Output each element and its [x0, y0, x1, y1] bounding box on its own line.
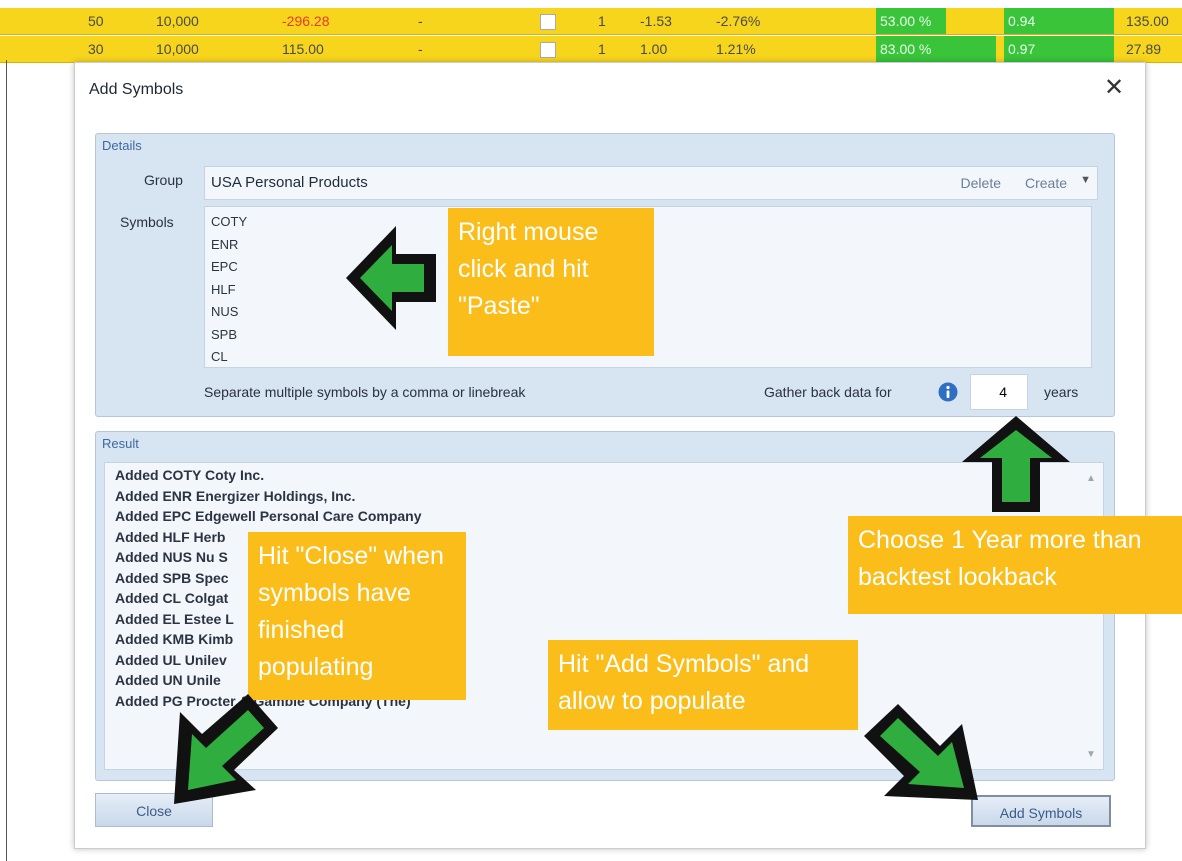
cell: 135.00	[1126, 13, 1169, 29]
group-combobox[interactable]: USA Personal Products Delete Create ▼	[204, 166, 1098, 200]
cell: 27.89	[1126, 41, 1162, 57]
row-checkbox[interactable]	[540, 42, 556, 58]
scroll-down-icon[interactable]: ▼	[1083, 747, 1099, 763]
up-arrow-icon	[962, 416, 1070, 512]
down-right-arrow-icon	[864, 704, 978, 800]
cell: -296.28	[282, 13, 330, 29]
chevron-down-icon[interactable]: ▼	[1080, 174, 1091, 186]
cell: 10,000	[156, 13, 199, 29]
cell: 1.00	[640, 41, 668, 57]
close-icon[interactable]: ✕	[1099, 73, 1129, 103]
cell: 30	[88, 41, 104, 57]
group-label: Group	[144, 172, 183, 188]
window-edge	[6, 60, 7, 861]
delete-group-link[interactable]: Delete	[961, 175, 1001, 191]
cell: 1	[598, 13, 606, 29]
details-heading: Details	[102, 138, 142, 153]
dialog-title: Add Symbols	[89, 81, 184, 98]
add-callout: Hit "Add Symbols" and allow to populate	[548, 640, 858, 730]
symbols-label: Symbols	[120, 214, 174, 230]
progress-cell: 0.97	[1004, 36, 1114, 62]
cell: -	[418, 13, 423, 29]
add-symbols-button[interactable]: Add Symbols	[971, 795, 1111, 827]
paste-callout: Right mouse click and hit "Paste"	[448, 208, 654, 356]
cell: 115.00	[282, 41, 324, 57]
cell: -1.53	[640, 13, 672, 29]
years-input[interactable]	[970, 374, 1028, 410]
years-label: years	[1044, 384, 1079, 400]
years-callout: Choose 1 Year more than backtest lookbac…	[848, 516, 1182, 614]
symbols-hint: Separate multiple symbols by a comma or …	[204, 384, 526, 400]
progress-cell: 83.00 %	[876, 36, 996, 62]
progress-cell: 53.00 %	[876, 8, 946, 34]
cell: 1	[598, 41, 606, 57]
row-checkbox[interactable]	[540, 14, 556, 30]
background-row-1: 50 10,000 -296.28 - 1 -1.53 -2.76% 53.00…	[0, 8, 1182, 35]
result-line: Added ENR Energizer Holdings, Inc.	[115, 487, 356, 504]
left-arrow-icon	[346, 226, 436, 330]
result-heading: Result	[102, 436, 139, 451]
down-left-arrow-icon	[174, 694, 278, 804]
cell: 1.21%	[716, 41, 756, 57]
create-group-link[interactable]: Create	[1025, 175, 1067, 191]
info-icon[interactable]	[938, 382, 958, 402]
result-line: Added COTY Coty Inc.	[115, 467, 265, 483]
background-row-2: 30 10,000 115.00 - 1 1.00 1.21% 83.00 % …	[0, 36, 1182, 63]
close-callout: Hit "Close" when symbols have finished p…	[248, 532, 466, 700]
cell: 10,000	[156, 41, 199, 57]
cell: -	[418, 41, 423, 57]
gather-back-label: Gather back data for	[764, 384, 892, 400]
group-value: USA Personal Products	[211, 174, 368, 191]
progress-cell: 0.94	[1004, 8, 1114, 34]
scroll-up-icon[interactable]: ▲	[1083, 471, 1099, 487]
cell: -2.76%	[716, 13, 761, 29]
cell: 50	[88, 13, 104, 29]
